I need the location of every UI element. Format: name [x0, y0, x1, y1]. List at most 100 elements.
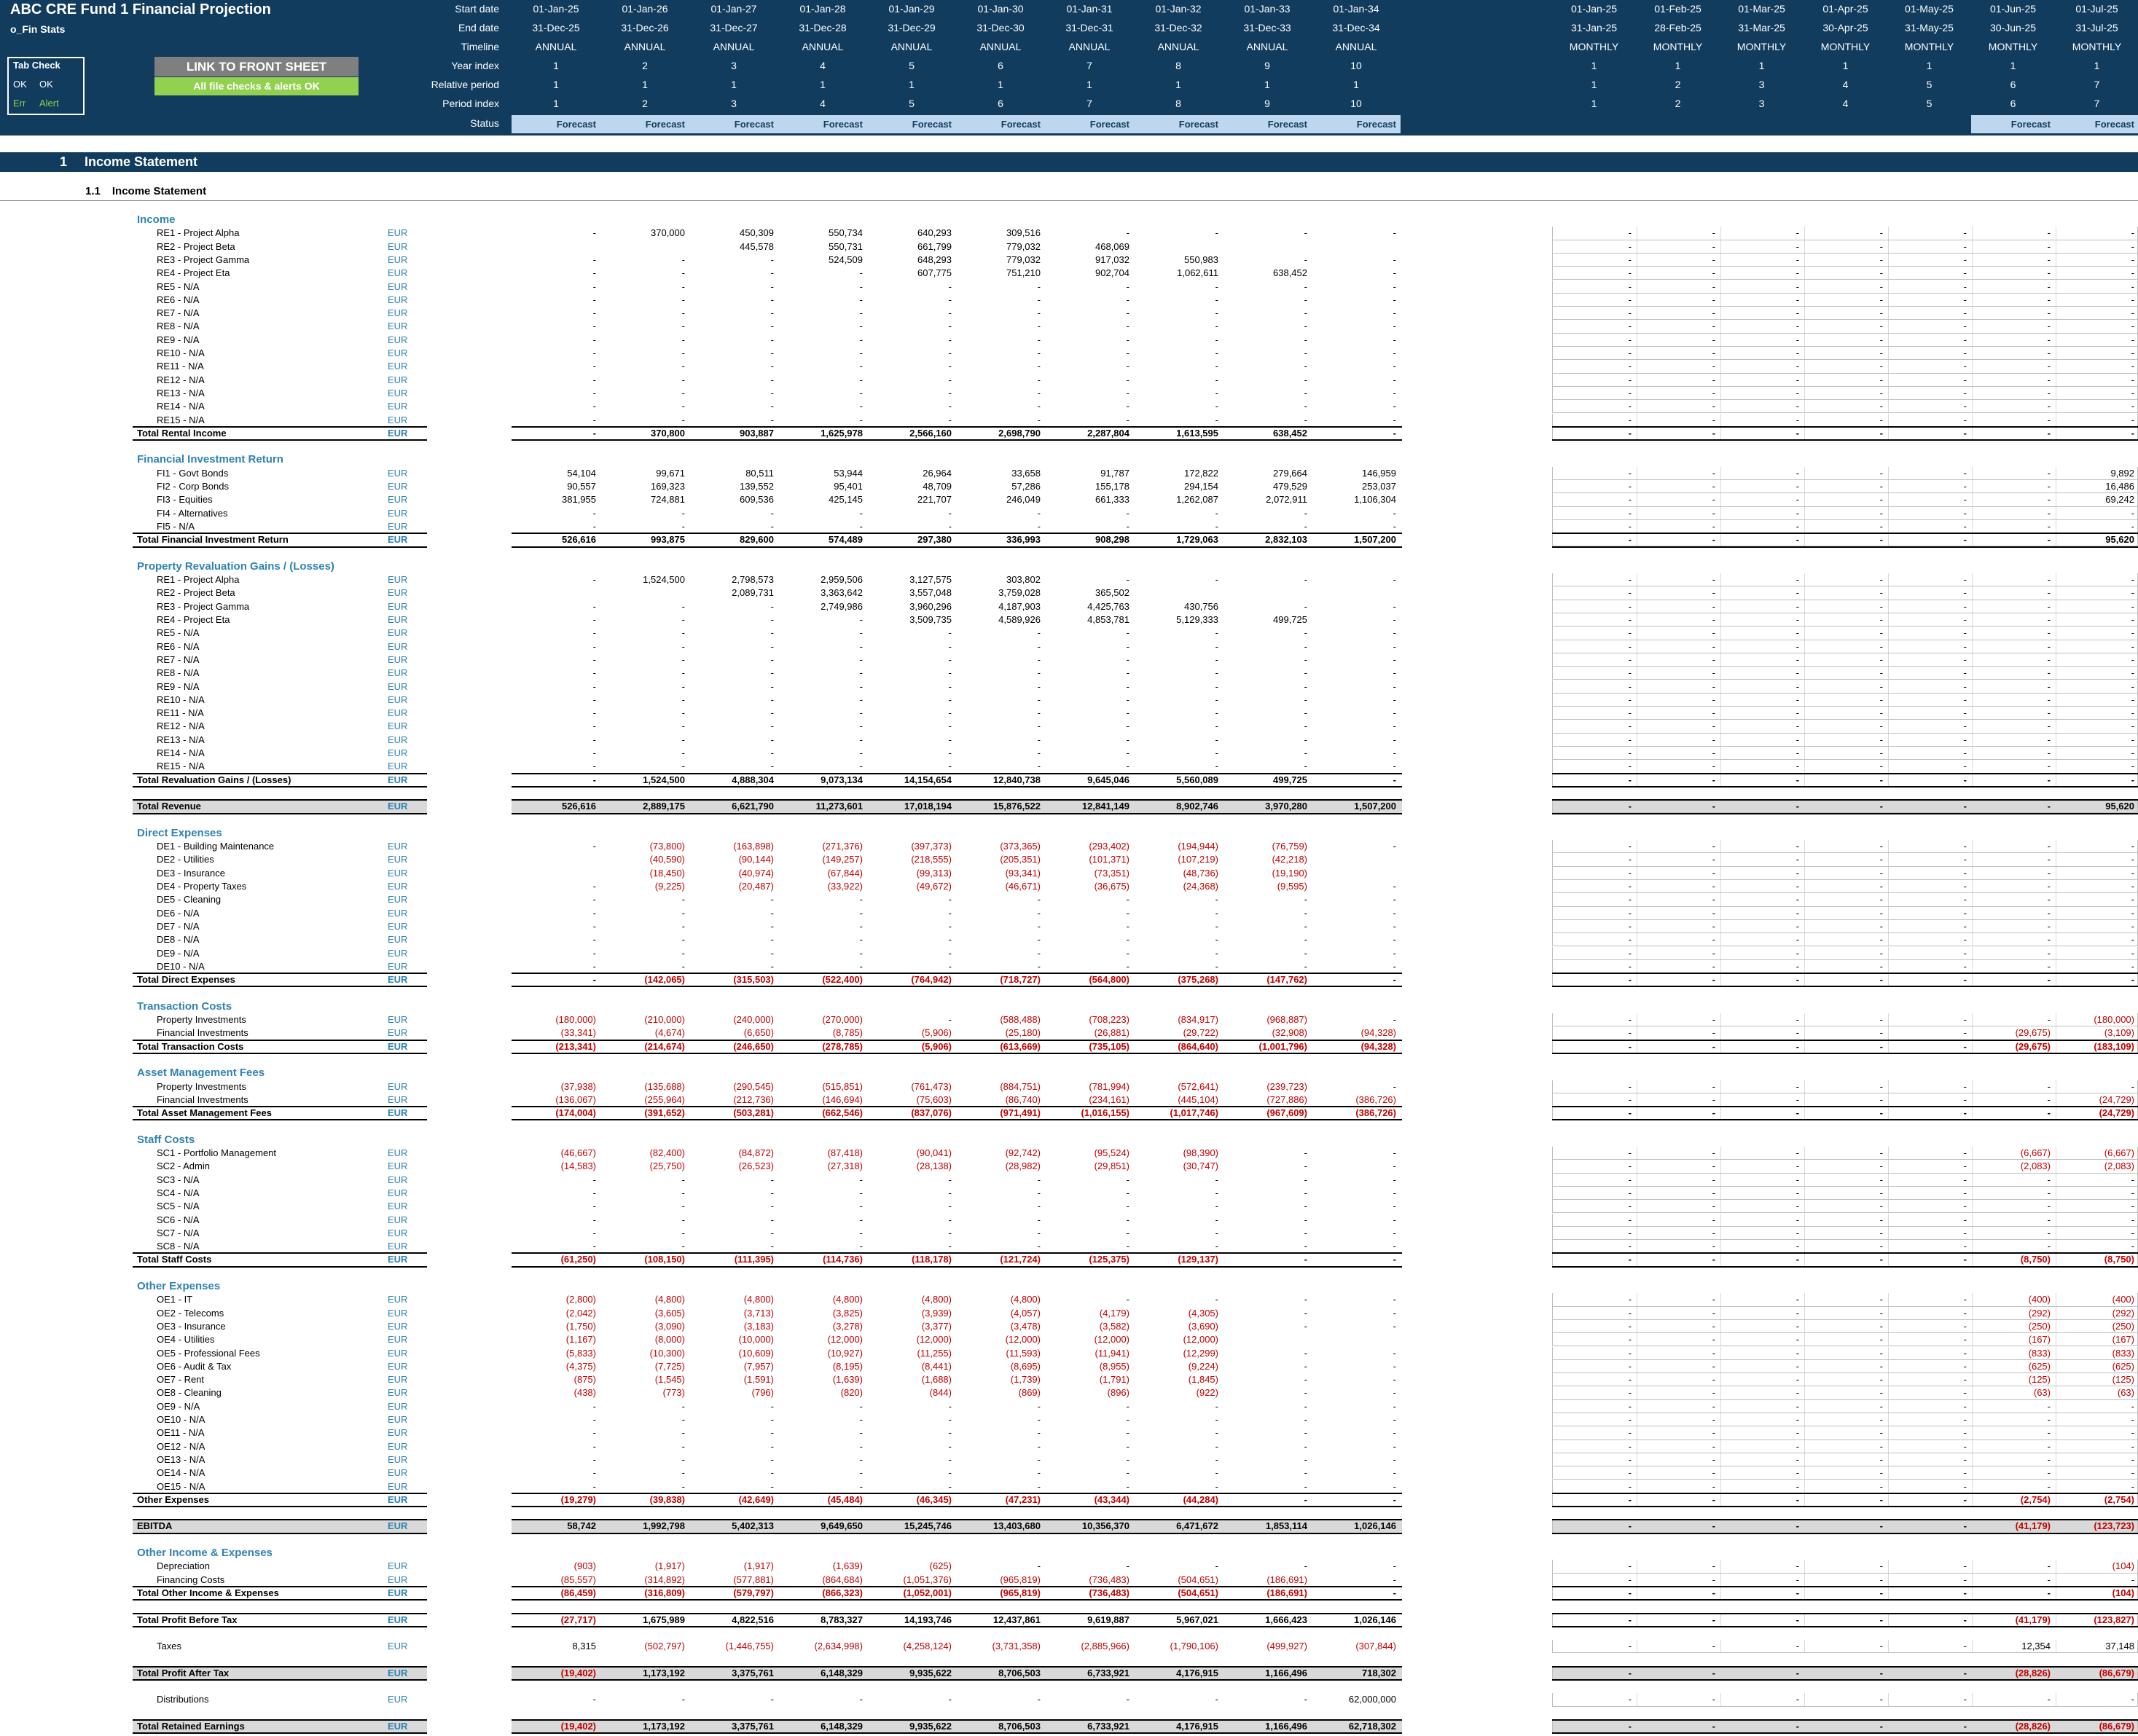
annual-value-cell[interactable]: 1,106,304: [1312, 493, 1401, 506]
annual-value-cell[interactable]: -: [1045, 1466, 1134, 1480]
annual-value-cell[interactable]: (47,231): [956, 1493, 1045, 1507]
monthly-value-cell[interactable]: -: [1720, 267, 1804, 280]
monthly-value-cell[interactable]: -: [1804, 1440, 1887, 1453]
annual-value-cell[interactable]: -: [956, 400, 1045, 413]
monthly-value-cell[interactable]: -: [1804, 1013, 1887, 1026]
annual-value-cell[interactable]: -: [689, 893, 778, 906]
annual-value-cell[interactable]: (239,723): [1223, 1080, 1312, 1093]
annual-value-cell[interactable]: (49,672): [867, 880, 956, 893]
annual-value-cell[interactable]: -: [867, 1174, 956, 1187]
monthly-value-cell[interactable]: -: [1887, 400, 1971, 413]
monthly-value-cell[interactable]: -: [1720, 1107, 1804, 1120]
annual-value-cell[interactable]: -: [689, 907, 778, 920]
monthly-value-cell[interactable]: -: [1636, 627, 1720, 640]
annual-value-cell[interactable]: -: [600, 1466, 689, 1480]
annual-value-cell[interactable]: -: [600, 653, 689, 667]
annual-value-cell[interactable]: -: [1223, 893, 1312, 906]
annual-value-cell[interactable]: (1,001,796): [1223, 1040, 1312, 1053]
annual-value-cell[interactable]: -: [956, 960, 1045, 973]
monthly-value-cell[interactable]: -: [2055, 240, 2138, 254]
monthly-value-cell[interactable]: -: [1636, 1026, 1720, 1040]
annual-value-cell[interactable]: -: [1134, 360, 1223, 373]
annual-value-cell[interactable]: (3,939): [867, 1307, 956, 1320]
monthly-value-cell[interactable]: -: [1887, 760, 1971, 773]
annual-value-cell[interactable]: -: [689, 347, 778, 360]
annual-value-cell[interactable]: (10,300): [600, 1347, 689, 1360]
monthly-value-cell[interactable]: -: [1552, 1453, 1636, 1466]
annual-value-cell[interactable]: 14,193,746: [867, 1614, 956, 1627]
annual-value-cell[interactable]: (4,800): [956, 1293, 1045, 1306]
monthly-value-cell[interactable]: -: [1636, 307, 1720, 320]
annual-value-cell[interactable]: -: [1223, 1440, 1312, 1453]
annual-value-cell[interactable]: -: [1223, 1307, 1312, 1320]
monthly-value-cell[interactable]: -: [1971, 1174, 2055, 1187]
annual-value-cell[interactable]: -: [600, 907, 689, 920]
monthly-value-cell[interactable]: -: [1552, 734, 1636, 747]
annual-value-cell[interactable]: -: [956, 707, 1045, 720]
annual-value-cell[interactable]: 9,935,622: [867, 1720, 956, 1733]
annual-value-cell[interactable]: (8,000): [600, 1333, 689, 1346]
monthly-value-cell[interactable]: -: [1887, 1413, 1971, 1426]
annual-value-cell[interactable]: (445,104): [1134, 1093, 1223, 1107]
annual-value-cell[interactable]: -: [512, 680, 600, 694]
monthly-value-cell[interactable]: -: [1636, 840, 1720, 853]
annual-value-cell[interactable]: (736,483): [1045, 1587, 1134, 1600]
monthly-value-cell[interactable]: -: [1887, 1026, 1971, 1040]
annual-value-cell[interactable]: 6,733,921: [1045, 1720, 1134, 1733]
annual-value-cell[interactable]: 6,621,790: [689, 800, 778, 813]
monthly-value-cell[interactable]: -: [1552, 947, 1636, 960]
monthly-value-cell[interactable]: -: [1887, 1347, 1971, 1360]
annual-value-cell[interactable]: -: [778, 760, 867, 773]
monthly-value-cell[interactable]: -: [1636, 1107, 1720, 1120]
monthly-value-cell[interactable]: (292): [2055, 1307, 2138, 1320]
annual-value-cell[interactable]: 15,245,746: [867, 1520, 956, 1533]
monthly-value-cell[interactable]: (6,667): [1971, 1147, 2055, 1160]
monthly-value-cell[interactable]: -: [1636, 1386, 1720, 1399]
annual-value-cell[interactable]: (1,016,155): [1045, 1107, 1134, 1120]
monthly-value-cell[interactable]: -: [1804, 760, 1887, 773]
annual-value-cell[interactable]: (146,694): [778, 1093, 867, 1107]
annual-value-cell[interactable]: -: [1134, 1187, 1223, 1200]
monthly-value-cell[interactable]: -: [1971, 1480, 2055, 1493]
monthly-value-cell[interactable]: 95,620: [2055, 800, 2138, 813]
annual-value-cell[interactable]: -: [778, 334, 867, 347]
monthly-value-cell[interactable]: -: [1720, 334, 1804, 347]
annual-value-cell[interactable]: (965,819): [956, 1587, 1045, 1600]
monthly-value-cell[interactable]: -: [1720, 707, 1804, 720]
annual-value-cell[interactable]: 6,471,672: [1134, 1520, 1223, 1533]
annual-value-cell[interactable]: -: [1134, 720, 1223, 733]
monthly-value-cell[interactable]: -: [2055, 853, 2138, 866]
annual-value-cell[interactable]: -: [1223, 1200, 1312, 1213]
annual-value-cell[interactable]: -: [512, 707, 600, 720]
annual-value-cell[interactable]: -: [1134, 893, 1223, 906]
annual-value-cell[interactable]: -: [1223, 254, 1312, 267]
monthly-value-cell[interactable]: -: [1804, 240, 1887, 254]
annual-value-cell[interactable]: -: [956, 320, 1045, 333]
monthly-value-cell[interactable]: -: [1887, 520, 1971, 533]
annual-value-cell[interactable]: 479,529: [1223, 480, 1312, 493]
monthly-value-cell[interactable]: -: [1636, 613, 1720, 627]
annual-value-cell[interactable]: -: [1312, 1293, 1401, 1306]
monthly-value-cell[interactable]: -: [1636, 933, 1720, 946]
annual-value-cell[interactable]: -: [867, 1013, 956, 1026]
monthly-value-cell[interactable]: -: [1887, 427, 1971, 440]
monthly-value-cell[interactable]: -: [1720, 1360, 1804, 1373]
annual-value-cell[interactable]: -: [778, 1400, 867, 1413]
annual-value-cell[interactable]: 4,425,763: [1045, 600, 1134, 613]
annual-value-cell[interactable]: 4,187,903: [956, 600, 1045, 613]
annual-value-cell[interactable]: -: [1312, 1466, 1401, 1480]
monthly-value-cell[interactable]: -: [1971, 1214, 2055, 1227]
annual-value-cell[interactable]: -: [867, 374, 956, 387]
annual-value-cell[interactable]: 640,293: [867, 227, 956, 240]
annual-value-cell[interactable]: -: [1223, 1560, 1312, 1573]
annual-value-cell[interactable]: (213,341): [512, 1040, 600, 1053]
monthly-value-cell[interactable]: -: [1804, 347, 1887, 360]
monthly-value-cell[interactable]: -: [1804, 1360, 1887, 1373]
annual-value-cell[interactable]: -: [1045, 627, 1134, 640]
monthly-value-cell[interactable]: -: [1971, 480, 2055, 493]
annual-value-cell[interactable]: 1,853,114: [1223, 1520, 1312, 1533]
monthly-value-cell[interactable]: (28,826): [1971, 1720, 2055, 1733]
monthly-value-cell[interactable]: -: [1804, 480, 1887, 493]
monthly-value-cell[interactable]: -: [1971, 520, 2055, 533]
annual-value-cell[interactable]: -: [1045, 1240, 1134, 1253]
